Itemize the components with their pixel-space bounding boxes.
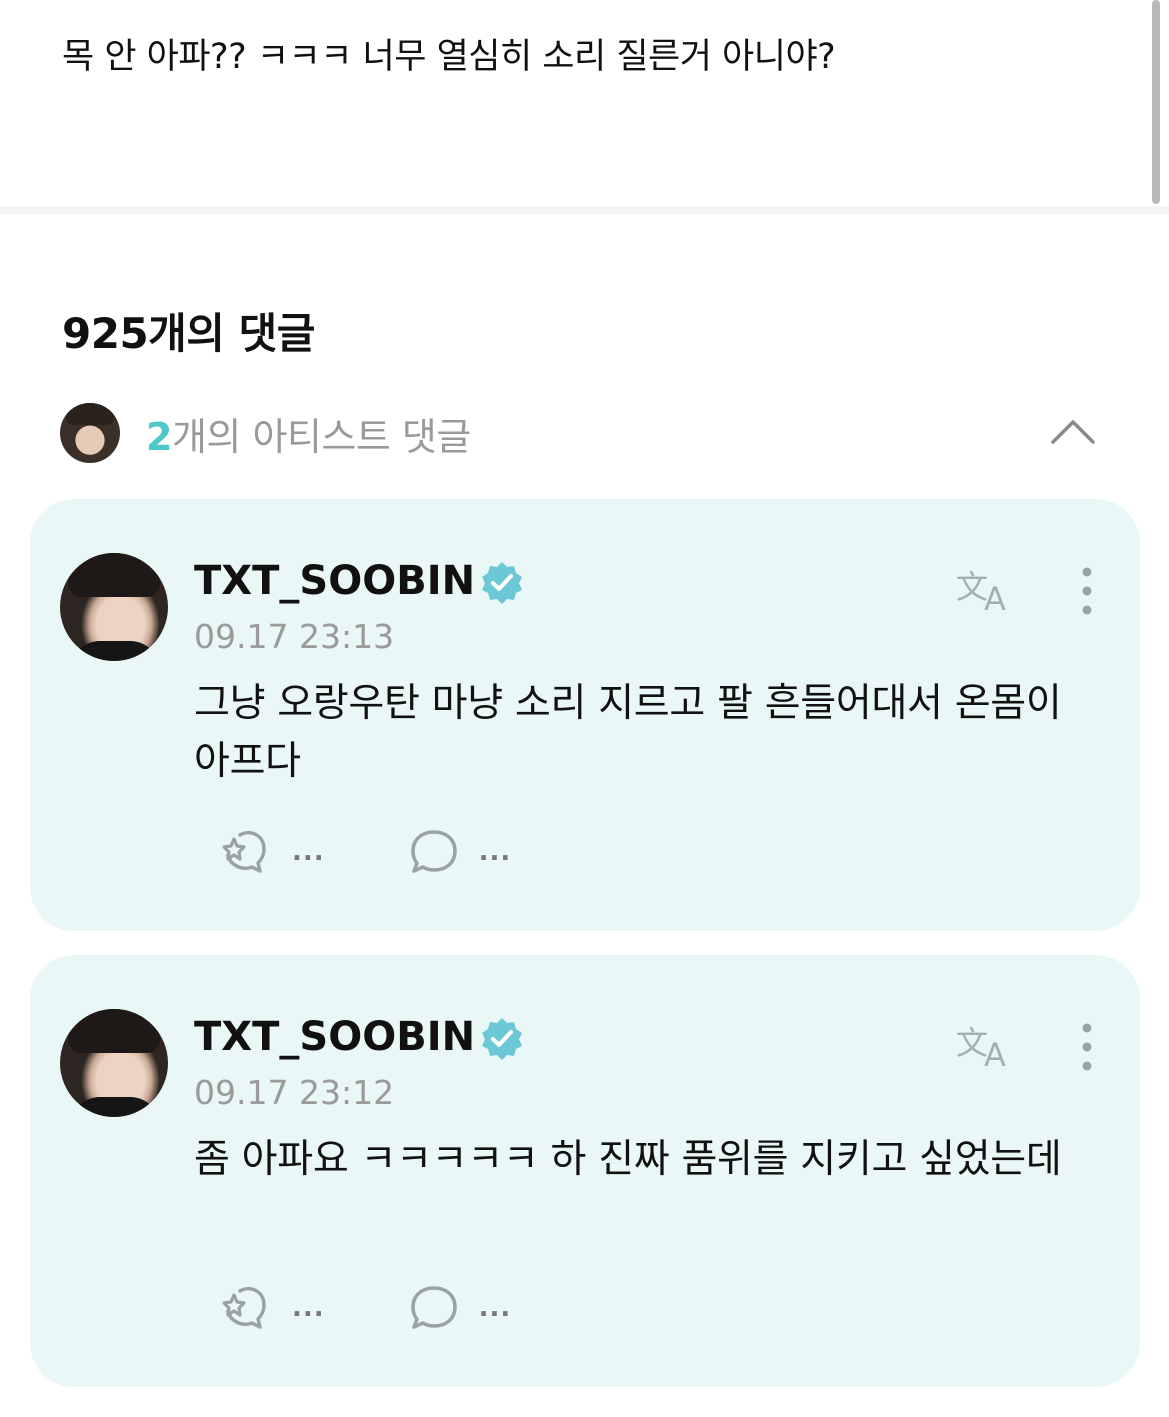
- reply-icon[interactable]: [407, 827, 461, 877]
- comment-author: TXT_SOOBIN: [194, 557, 525, 605]
- more-options-icon[interactable]: [1076, 567, 1098, 617]
- username[interactable]: TXT_SOOBIN: [194, 558, 475, 604]
- svg-text:A: A: [984, 580, 1006, 614]
- translate-icon[interactable]: 文 A: [956, 564, 1018, 614]
- section-divider: [0, 206, 1169, 214]
- reply-count: ...: [478, 1293, 512, 1323]
- more-options-icon[interactable]: [1076, 1023, 1098, 1073]
- verified-badge-icon: [482, 1018, 523, 1060]
- comment-body: 좀 아파요 ㅋㅋㅋㅋㅋ 하 진짜 품위를 지키고 싶었는데: [194, 1137, 1062, 1182]
- comment-author: TXT_SOOBIN: [194, 1013, 525, 1061]
- scrollbar[interactable]: [1152, 0, 1160, 204]
- avatar[interactable]: [60, 553, 168, 661]
- comment-card: TXT_SOOBIN 09.17 23:12 文 A 좀 아파요 ㅋㅋㅋㅋㅋ 하…: [30, 955, 1140, 1387]
- page: 목 안 아파?? ㅋㅋㅋ 너무 열심히 소리 질른거 아니야? 925개의 댓글…: [0, 0, 1169, 1417]
- comment-actions: ... ...: [220, 827, 511, 877]
- username[interactable]: TXT_SOOBIN: [194, 1014, 475, 1060]
- svg-text:A: A: [984, 1036, 1006, 1070]
- translate-icon[interactable]: 文 A: [956, 1020, 1018, 1070]
- comment-card: TXT_SOOBIN 09.17 23:13 文 A 그냥 오랑우탄 마냥 소리…: [30, 499, 1140, 931]
- chevron-up-icon[interactable]: [1050, 416, 1096, 446]
- verified-badge-icon: [482, 562, 523, 604]
- artist-comments-count: 2: [146, 414, 172, 459]
- like-count: ...: [292, 837, 325, 867]
- like-icon[interactable]: [220, 1283, 274, 1333]
- post-text: 목 안 아파?? ㅋㅋㅋ 너무 열심히 소리 질른거 아니야?: [62, 37, 836, 77]
- comment-timestamp: 09.17 23:12: [194, 1073, 395, 1112]
- artist-comments-text: 개의 아티스트 댓글: [171, 414, 471, 459]
- artist-avatar: [60, 403, 120, 463]
- comment-body: 그냥 오랑우탄 마냥 소리 지르고 팔 흔들어대서 온몸이 아프다: [194, 681, 1062, 784]
- artist-comments-toggle[interactable]: 2개의 아티스트 댓글: [60, 402, 1120, 464]
- like-icon[interactable]: [220, 827, 274, 877]
- artist-comments-label: 2개의 아티스트 댓글: [146, 406, 471, 461]
- comment-actions: ... ...: [220, 1283, 511, 1333]
- comment-count-title: 925개의 댓글: [62, 309, 315, 358]
- reply-count: ...: [478, 837, 512, 867]
- comment-timestamp: 09.17 23:13: [194, 617, 395, 656]
- like-count: ...: [292, 1293, 325, 1323]
- avatar[interactable]: [60, 1009, 168, 1117]
- reply-icon[interactable]: [407, 1283, 461, 1333]
